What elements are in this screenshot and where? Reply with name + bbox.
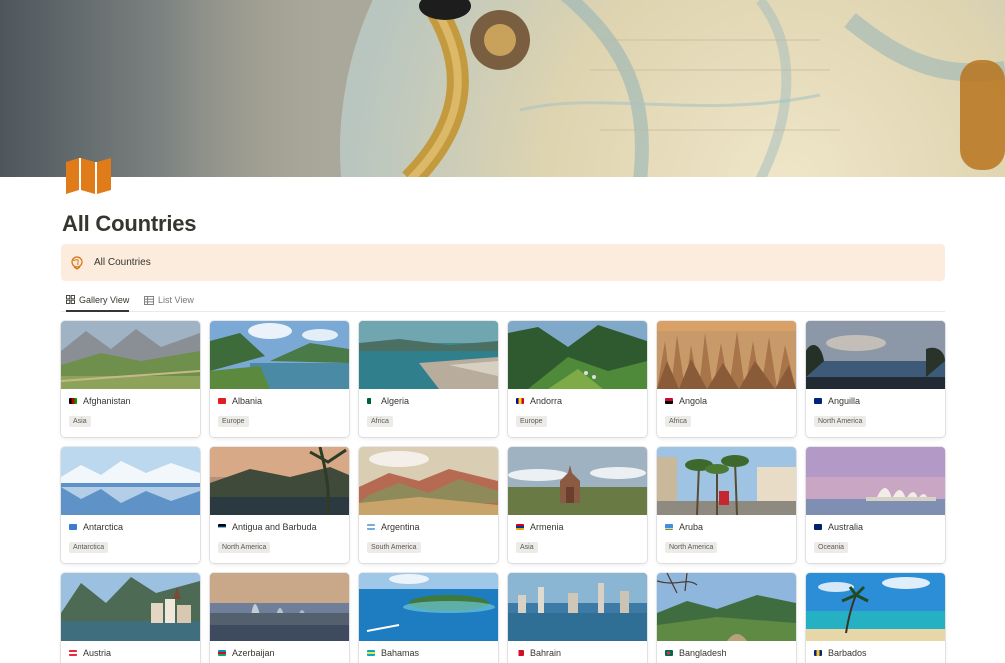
country-photo bbox=[210, 447, 349, 515]
flag-icon bbox=[665, 650, 673, 656]
flag-icon bbox=[69, 398, 77, 404]
gallery-card-andorra[interactable]: Andorra Europe bbox=[508, 321, 647, 437]
gallery-card-antarctica[interactable]: Antarctica Antarctica bbox=[61, 447, 200, 563]
gallery-icon bbox=[66, 295, 75, 304]
table-icon bbox=[144, 295, 154, 305]
globe-illustration bbox=[0, 0, 1005, 177]
card-title: Andorra bbox=[516, 396, 562, 406]
gallery-card-albania[interactable]: Albania Europe bbox=[210, 321, 349, 437]
flag-icon bbox=[367, 524, 375, 530]
country-photo bbox=[806, 447, 945, 515]
flag-icon bbox=[814, 524, 822, 530]
callout-text: All Countries bbox=[94, 257, 151, 268]
flag-icon bbox=[218, 398, 226, 404]
country-photo bbox=[508, 573, 647, 641]
card-title: Bangladesh bbox=[665, 648, 727, 658]
flag-icon bbox=[516, 650, 524, 656]
gallery-card-armenia[interactable]: Armenia Asia bbox=[508, 447, 647, 563]
country-photo bbox=[210, 321, 349, 389]
gallery-card-antigua[interactable]: Antigua and Barbuda North America bbox=[210, 447, 349, 563]
country-photo bbox=[359, 321, 498, 389]
country-photo bbox=[359, 573, 498, 641]
card-title: Albania bbox=[218, 396, 262, 406]
gallery-card-angola[interactable]: Angola Africa bbox=[657, 321, 796, 437]
flag-icon bbox=[814, 650, 822, 656]
cover-image bbox=[0, 0, 1005, 177]
gallery-card-argentina[interactable]: Argentina South America bbox=[359, 447, 498, 563]
gallery-card-afghanistan[interactable]: Afghanistan Asia bbox=[61, 321, 200, 437]
country-photo bbox=[657, 321, 796, 389]
region-tag: North America bbox=[218, 542, 271, 553]
card-title: Austria bbox=[69, 648, 111, 658]
tab-list-view[interactable]: List View bbox=[144, 289, 194, 311]
country-photo bbox=[508, 447, 647, 515]
gallery-card-bahrain[interactable]: Bahrain bbox=[508, 573, 647, 663]
flag-icon bbox=[218, 524, 226, 530]
gallery-card-barbados[interactable]: Barbados bbox=[806, 573, 945, 663]
page-title: All Countries bbox=[62, 211, 197, 236]
flag-icon bbox=[814, 398, 822, 404]
country-photo bbox=[657, 573, 796, 641]
card-title: Afghanistan bbox=[69, 396, 131, 406]
region-tag: Africa bbox=[665, 416, 691, 427]
card-title: Bahamas bbox=[367, 648, 419, 658]
country-photo bbox=[359, 447, 498, 515]
card-title: Aruba bbox=[665, 522, 703, 532]
card-title: Angola bbox=[665, 396, 707, 406]
card-title: Azerbaijan bbox=[218, 648, 275, 658]
flag-icon bbox=[516, 398, 524, 404]
map-icon bbox=[66, 158, 111, 194]
card-title: Bahrain bbox=[516, 648, 561, 658]
country-photo bbox=[61, 573, 200, 641]
gallery-card-bangladesh[interactable]: Bangladesh bbox=[657, 573, 796, 663]
card-title: Algeria bbox=[367, 396, 409, 406]
country-photo bbox=[806, 321, 945, 389]
region-tag: Africa bbox=[367, 416, 393, 427]
country-photo bbox=[61, 447, 200, 515]
region-tag: Europe bbox=[516, 416, 547, 427]
card-title: Armenia bbox=[516, 522, 564, 532]
country-photo bbox=[210, 573, 349, 641]
globe-icon bbox=[71, 255, 83, 270]
view-tabs: Gallery View List View bbox=[61, 289, 945, 312]
callout: All Countries bbox=[61, 244, 945, 281]
gallery-card-azerbaijan[interactable]: Azerbaijan bbox=[210, 573, 349, 663]
region-tag: South America bbox=[367, 542, 421, 553]
card-title: Argentina bbox=[367, 522, 420, 532]
gallery-card-austria[interactable]: Austria bbox=[61, 573, 200, 663]
flag-icon bbox=[69, 524, 77, 530]
region-tag: Oceania bbox=[814, 542, 849, 553]
flag-icon bbox=[665, 524, 673, 530]
region-tag: Europe bbox=[218, 416, 249, 427]
country-photo bbox=[61, 321, 200, 389]
card-title: Barbados bbox=[814, 648, 867, 658]
tab-gallery-view-label: Gallery View bbox=[79, 294, 130, 305]
region-tag: North America bbox=[814, 416, 867, 427]
tab-list-view-label: List View bbox=[158, 295, 194, 305]
flag-icon bbox=[665, 398, 673, 404]
flag-icon bbox=[516, 524, 524, 530]
country-photo bbox=[806, 573, 945, 641]
region-tag: Antarctica bbox=[69, 542, 109, 553]
region-tag: North America bbox=[665, 542, 718, 553]
country-photo bbox=[657, 447, 796, 515]
flag-icon bbox=[69, 650, 77, 656]
card-title: Anguilla bbox=[814, 396, 860, 406]
card-title: Australia bbox=[814, 522, 863, 532]
region-tag: Asia bbox=[516, 542, 538, 553]
card-title: Antigua and Barbuda bbox=[218, 522, 317, 532]
country-photo bbox=[508, 321, 647, 389]
card-title: Antarctica bbox=[69, 522, 123, 532]
tab-gallery-view[interactable]: Gallery View bbox=[66, 289, 130, 312]
gallery-card-anguilla[interactable]: Anguilla North America bbox=[806, 321, 945, 437]
flag-icon bbox=[367, 398, 375, 404]
flag-icon bbox=[367, 650, 375, 656]
flag-icon bbox=[218, 650, 226, 656]
gallery-card-bahamas[interactable]: Bahamas bbox=[359, 573, 498, 663]
gallery-card-algeria[interactable]: Algeria Africa bbox=[359, 321, 498, 437]
gallery-card-australia[interactable]: Australia Oceania bbox=[806, 447, 945, 563]
region-tag: Asia bbox=[69, 416, 91, 427]
gallery-card-aruba[interactable]: Aruba North America bbox=[657, 447, 796, 563]
